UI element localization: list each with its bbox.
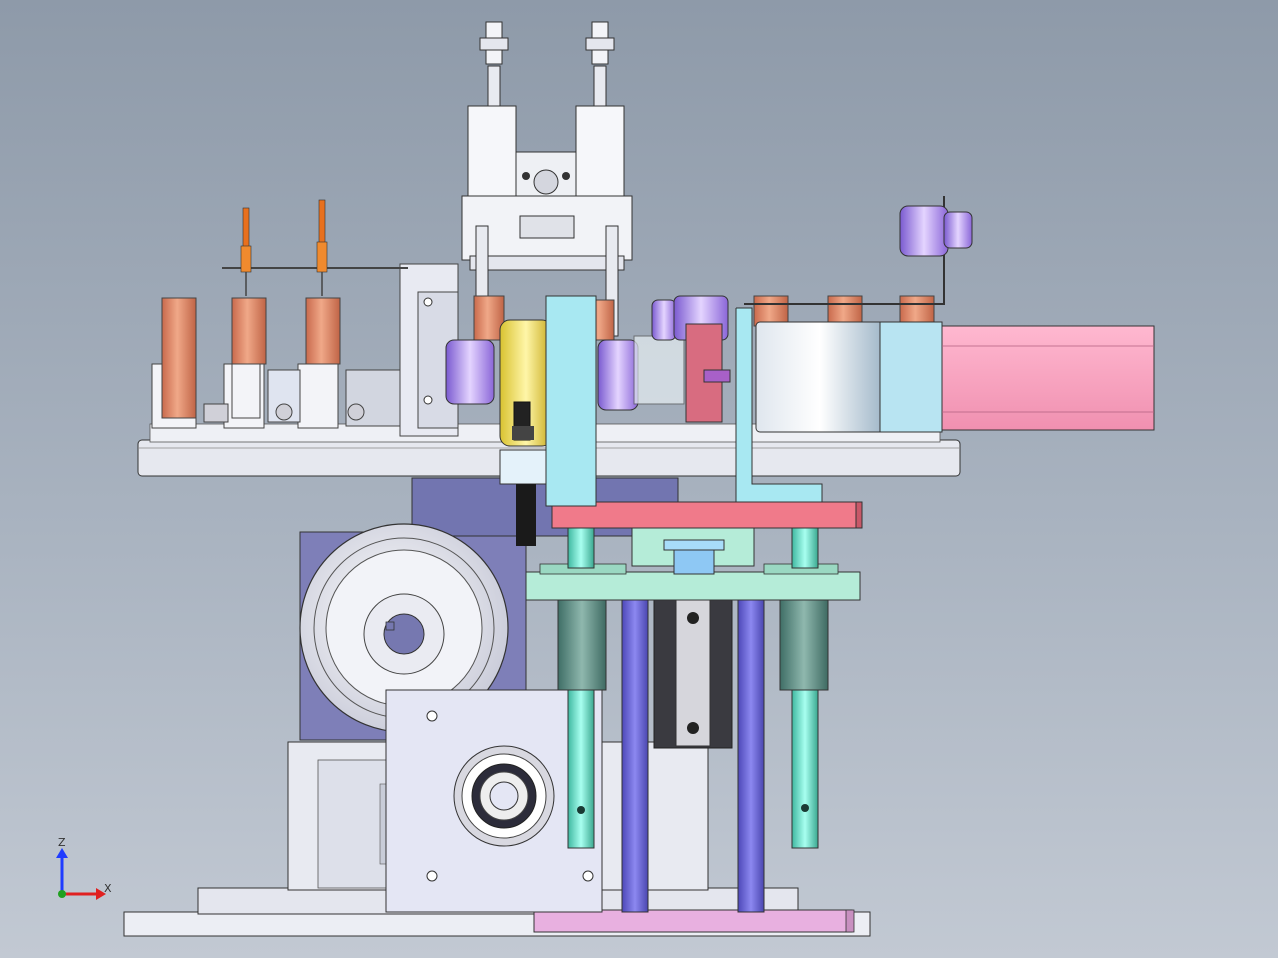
bottom-slide-plate (533, 909, 855, 933)
x-axis-label: X (104, 882, 112, 895)
assembly-drawing (56, 21, 1155, 937)
z-axis-label: Z (58, 836, 66, 849)
cad-viewport[interactable]: Z X (0, 0, 1278, 958)
left-fixtures (151, 199, 459, 437)
coordinate-triad (56, 848, 106, 900)
twin-cylinder (461, 21, 633, 337)
